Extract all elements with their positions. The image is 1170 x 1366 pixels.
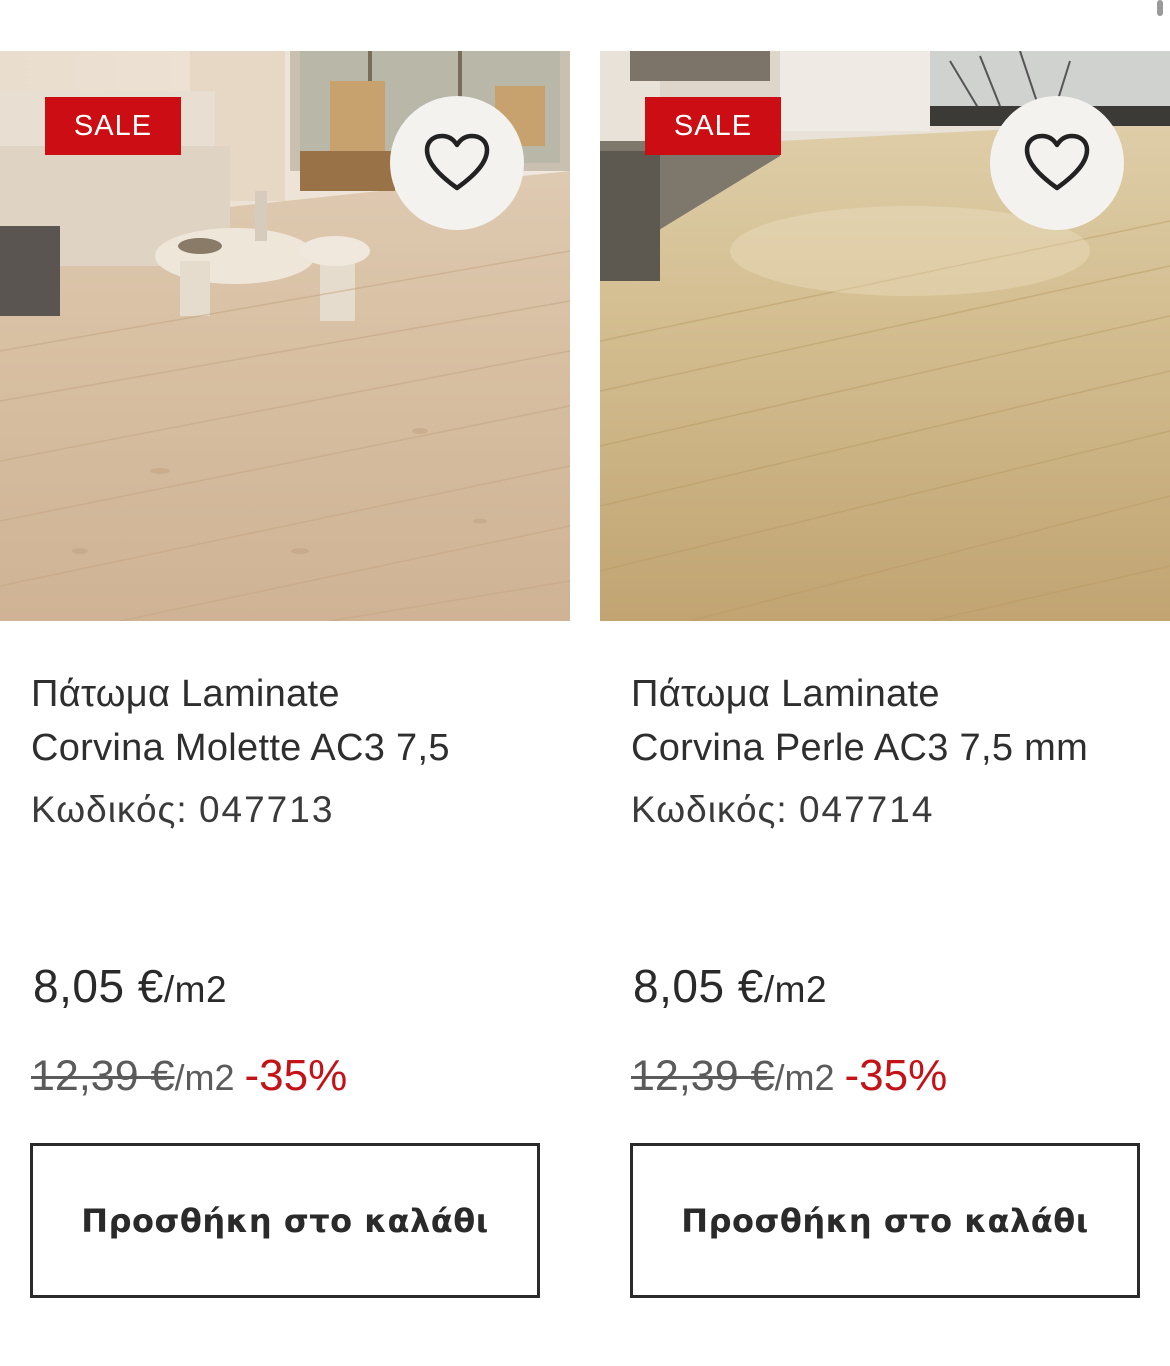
wishlist-button[interactable] xyxy=(990,96,1124,230)
product-title[interactable]: Πάτωμα Laminate Corvina Molette AC3 7,5 xyxy=(31,667,551,775)
page-scrollbar[interactable] xyxy=(1157,0,1163,16)
price-value: 8,05 € xyxy=(633,960,764,1012)
product-card: SALE Πάτωμα Laminate Corvina Molette AC3… xyxy=(0,51,570,1311)
product-image[interactable]: SALE xyxy=(600,51,1170,621)
sale-badge: SALE xyxy=(645,97,781,155)
product-grid: SALE Πάτωμα Laminate Corvina Molette AC3… xyxy=(0,51,1170,1311)
product-title-line: Corvina Molette AC3 7,5 xyxy=(31,727,450,769)
current-price: 8,05 €/m2 xyxy=(33,959,227,1013)
sku-value: 047713 xyxy=(198,789,335,830)
product-sku: Κωδικός: 047713 xyxy=(31,789,334,831)
sale-badge: SALE xyxy=(45,97,181,155)
discount-percent: -35% xyxy=(844,1051,948,1100)
price-unit: /m2 xyxy=(163,969,228,1010)
product-title-line: Πάτωμα Laminate xyxy=(631,673,940,715)
price-unit: /m2 xyxy=(763,969,828,1010)
old-price-unit: /m2 xyxy=(774,1057,835,1098)
sku-label: Κωδικός: xyxy=(31,789,188,830)
product-image[interactable]: SALE xyxy=(0,51,570,621)
heart-outline-icon xyxy=(1024,133,1090,191)
product-title[interactable]: Πάτωμα Laminate Corvina Perle AC3 7,5 mm xyxy=(631,667,1151,775)
discount-percent: -35% xyxy=(244,1051,348,1100)
old-price: 12,39 €/m2 -35% xyxy=(31,1051,347,1101)
add-to-cart-button[interactable]: Προσθήκη στο καλάθι xyxy=(630,1143,1140,1298)
price-value: 8,05 € xyxy=(33,960,164,1012)
sku-value: 047714 xyxy=(798,789,935,830)
old-price: 12,39 €/m2 -35% xyxy=(631,1051,947,1101)
old-price-unit: /m2 xyxy=(174,1057,235,1098)
product-title-line: Πάτωμα Laminate xyxy=(31,673,340,715)
old-price-value: 12,39 € xyxy=(631,1052,775,1100)
heart-outline-icon xyxy=(424,133,490,191)
sku-label: Κωδικός: xyxy=(631,789,788,830)
add-to-cart-button[interactable]: Προσθήκη στο καλάθι xyxy=(30,1143,540,1298)
wishlist-button[interactable] xyxy=(390,96,524,230)
old-price-value: 12,39 € xyxy=(31,1052,175,1100)
current-price: 8,05 €/m2 xyxy=(633,959,827,1013)
product-sku: Κωδικός: 047714 xyxy=(631,789,934,831)
product-title-line: Corvina Perle AC3 7,5 mm xyxy=(631,727,1089,769)
product-card: SALE Πάτωμα Laminate Corvina Perle AC3 7… xyxy=(600,51,1170,1311)
